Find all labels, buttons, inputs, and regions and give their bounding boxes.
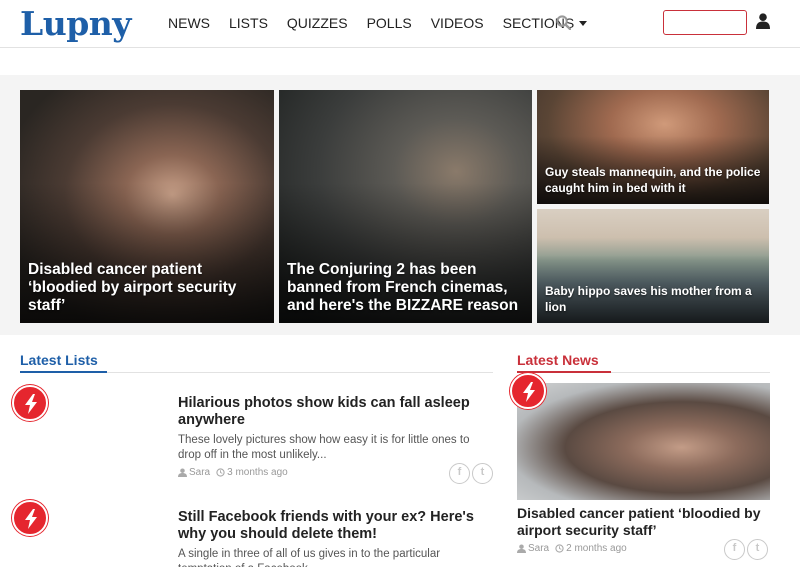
latest-news-heading[interactable]: Latest News [517,351,599,369]
divider [107,372,493,373]
news-item-image[interactable] [517,383,770,500]
divider [611,372,770,373]
nav-sections[interactable]: SECTIONS [503,14,588,32]
search-input[interactable] [663,10,747,35]
heading-underline [20,371,107,373]
nav-news[interactable]: NEWS [168,14,210,32]
time-ago: 3 months ago [227,467,288,478]
hero-caption: The Conjuring 2 has been banned from Fre… [287,261,519,314]
hero-tile-4[interactable]: Baby hippo saves his mother from a lion [537,209,769,323]
facebook-share-button[interactable]: f [724,539,745,560]
user-icon[interactable] [756,13,770,29]
nav-videos[interactable]: VIDEOS [431,14,484,32]
lightning-icon [523,382,535,402]
list-item-title[interactable]: Still Facebook friends with your ex? Her… [178,509,498,543]
hero-tile-1[interactable]: Disabled cancer patient ‘bloodied by air… [20,90,274,323]
time-ago: 2 months ago [566,543,627,554]
twitter-share-button[interactable]: t [472,463,493,484]
list-item-excerpt: A single in three of all of us gives in … [178,548,441,567]
news-item-title[interactable]: Disabled cancer patient ‘bloodied by air… [517,505,770,539]
hero-tile-3[interactable]: Guy steals mannequin, and the police cau… [537,90,769,204]
author: Sara [517,543,549,554]
hero-caption: Baby hippo saves his mother from a lion [545,284,752,314]
user-icon [517,544,526,553]
list-item-title[interactable]: Hilarious photos show kids can fall asle… [178,395,478,429]
timestamp: 3 months ago [216,467,288,478]
hero-caption: Disabled cancer patient ‘bloodied by air… [28,261,237,314]
user-icon [178,468,187,477]
main-nav: NEWS LISTS QUIZZES POLLS VIDEOS SECTIONS [168,14,606,32]
lightning-icon [25,394,37,414]
author: Sara [178,467,210,478]
nav-lists[interactable]: LISTS [229,14,268,32]
trending-badge [510,373,546,409]
clock-icon [216,468,225,477]
timestamp: 2 months ago [555,543,627,554]
chevron-down-icon [579,21,588,26]
trending-badge [12,385,48,421]
latest-lists-heading[interactable]: Latest Lists [20,351,98,369]
trending-badge [12,500,48,536]
facebook-share-button[interactable]: f [449,463,470,484]
lightning-icon [25,509,37,529]
list-item-meta: Sara 3 months ago [178,467,288,478]
nav-quizzes[interactable]: QUIZZES [287,14,348,32]
twitter-icon: t [480,466,485,478]
clock-icon [555,544,564,553]
news-item-meta: Sara 2 months ago [517,543,627,554]
site-header: Lupny NEWS LISTS QUIZZES POLLS VIDEOS SE… [0,0,800,48]
twitter-share-button[interactable]: t [747,539,768,560]
facebook-icon: f [457,466,462,478]
search-icon[interactable] [556,15,571,30]
hero-tile-2[interactable]: The Conjuring 2 has been banned from Fre… [279,90,532,323]
hero-caption: Guy steals mannequin, and the police cau… [545,165,761,195]
twitter-icon: t [755,542,760,554]
author-name[interactable]: Sara [528,543,549,554]
nav-polls[interactable]: POLLS [367,14,412,32]
facebook-icon: f [732,542,737,554]
author-name[interactable]: Sara [189,467,210,478]
site-logo[interactable]: Lupny [20,5,131,43]
list-item-excerpt: These lovely pictures show how easy it i… [178,434,470,461]
